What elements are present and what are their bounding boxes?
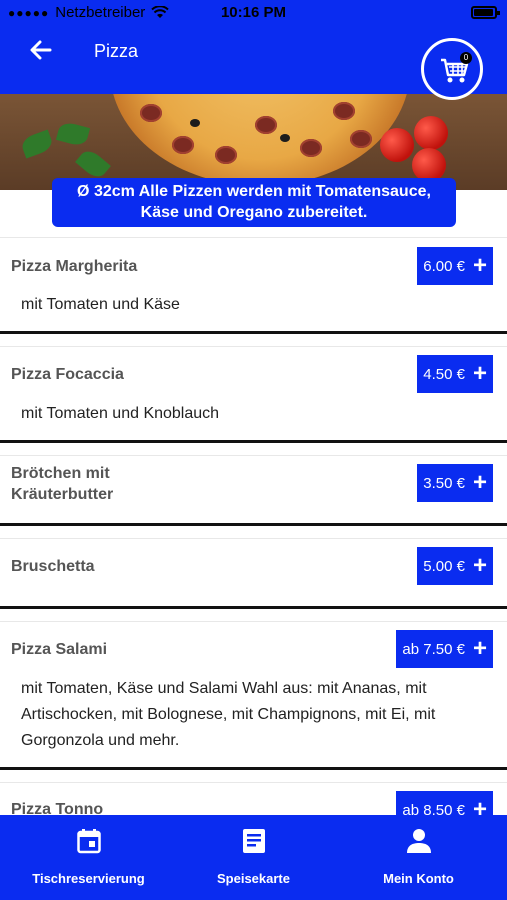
item-name-line-2: Kräuterbutter [11,486,114,503]
item-price: 4.50 € [423,365,465,383]
basil-leaf [75,146,111,182]
plus-icon: + [472,469,487,496]
item-name: Pizza Salami [11,641,108,658]
salami-slice [350,130,372,148]
menu-item[interactable]: Pizza Salami ab 7.50 € + mit Tomaten, Kä… [0,622,507,770]
pizza-hero-image [0,94,507,190]
battery-icon [471,6,500,19]
plus-icon: + [472,360,487,387]
olive [280,134,290,142]
info-banner: Ø 32cm Alle Pizzen werden mit Tomatensau… [52,178,456,227]
add-to-cart-button[interactable]: 6.00 € + [417,247,493,285]
item-name: Pizza Margherita [11,258,138,275]
tab-label: Tischreservierung [32,871,145,886]
item-description: mit Tomaten und Knoblauch [21,405,220,422]
salami-slice [300,139,322,157]
tab-label: Mein Konto [383,871,454,886]
menu-document-icon [242,829,265,853]
menu-item[interactable]: Pizza Margherita 6.00 € + mit Tomaten un… [0,238,507,334]
person-icon [406,829,431,853]
item-price: 5.00 € [423,557,465,575]
tab-speisekarte[interactable]: Speisekarte [169,815,338,900]
item-price: 6.00 € [423,257,465,275]
add-to-cart-button[interactable]: ab 7.50 € + [396,630,493,668]
add-to-cart-button[interactable]: 5.00 € + [417,547,493,585]
info-line-1: Ø 32cm Alle Pizzen werden mit Tomatensau… [77,183,431,200]
page-title: Pizza [94,41,139,61]
menu-item[interactable]: Brötchen mit Kräuterbutter 3.50 € + [0,456,507,526]
item-price: ab 7.50 € [402,640,465,658]
tab-mein-konto[interactable]: Mein Konto [334,815,503,900]
basil-leaf [19,129,55,159]
salami-slice [333,102,355,120]
arrow-left-icon [30,40,52,60]
item-name: Pizza Focaccia [11,366,124,383]
basil-leaf [55,120,91,148]
add-to-cart-button[interactable]: 3.50 € + [417,464,493,502]
plus-icon: + [472,552,487,579]
item-name: Bruschetta [11,558,95,575]
item-name-line-1: Brötchen mit [11,465,110,482]
salami-slice [255,116,277,134]
tomato [380,128,414,162]
info-line-2: Käse und Oregano zubereitet. [140,204,368,221]
plus-icon: + [472,635,487,662]
menu-item[interactable]: Pizza Focaccia 4.50 € + mit Tomaten und … [0,347,507,443]
tomato [414,116,448,150]
cart-count-badge: 0 [460,52,472,64]
item-description: mit Tomaten, Käse und Salami Wahl aus: m… [21,680,436,749]
tomato [412,148,446,182]
salami-slice [140,104,162,122]
calendar-icon [76,829,101,854]
menu-item[interactable]: Bruschetta 5.00 € + [0,539,507,609]
cart-button[interactable]: 0 [421,38,483,100]
add-to-cart-button[interactable]: 4.50 € + [417,355,493,393]
item-name: Brötchen mit Kräuterbutter [11,463,113,505]
olive [190,119,200,127]
salami-slice [172,136,194,154]
bottom-nav: Tischreservierung Speisekarte Mein Konto [0,815,507,900]
tab-tischreservierung[interactable]: Tischreservierung [4,815,173,900]
status-bar: ●●●●● Netzbetreiber 10:16 PM [0,0,507,26]
plus-icon: + [472,252,487,279]
item-description: mit Tomaten und Käse [21,296,180,313]
item-price: 3.50 € [423,474,465,492]
tab-label: Speisekarte [217,871,290,886]
back-arrow-icon[interactable] [26,36,56,66]
salami-slice [215,146,237,164]
status-time: 10:16 PM [220,4,287,21]
